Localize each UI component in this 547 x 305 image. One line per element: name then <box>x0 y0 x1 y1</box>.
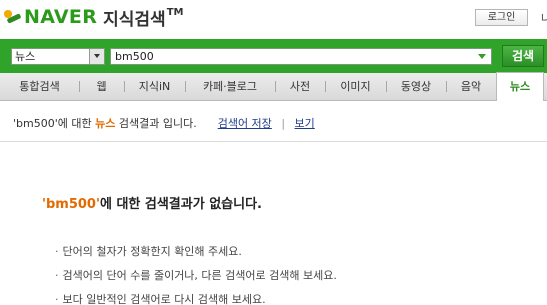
result-info-prefix: 'bm500'에 대한 <box>13 117 96 130</box>
service-name: 지식검색 <box>103 9 166 30</box>
tab-video[interactable]: 동영상 <box>386 73 446 100</box>
tab-cafe-blog[interactable]: 카페·블로그 <box>185 73 275 100</box>
trademark: TM <box>166 7 184 18</box>
save-query-link[interactable]: 검색어 저장 <box>218 117 272 130</box>
result-info-section: 뉴스 <box>95 117 116 130</box>
tab-knowledge-in[interactable]: 지식iN <box>124 73 185 100</box>
no-result-message: 'bm500'에 대한 검색결과가 없습니다. <box>42 193 262 212</box>
tab-integrated[interactable]: 통합검색 <box>0 73 79 100</box>
result-info-suffix: 검색결과 입니다. <box>115 117 197 130</box>
brand-name: NAVER <box>24 6 98 28</box>
tab-news[interactable]: 뉴스 <box>496 72 544 101</box>
no-result-text: 에 대한 검색결과가 없습니다. <box>99 197 262 212</box>
category-select[interactable]: 뉴스 <box>11 48 105 65</box>
list-item: 단어의 철자가 정확한지 확인해 주세요. <box>55 240 337 264</box>
search-bar: 뉴스 bm500 검색 <box>0 39 547 73</box>
search-button[interactable]: 검색 <box>502 45 544 67</box>
tab-music[interactable]: 음악 <box>446 73 496 100</box>
header-link-partial[interactable]: 나 <box>541 10 547 26</box>
category-selected-value: 뉴스 <box>15 50 36 63</box>
autocomplete-toggle-icon[interactable] <box>478 54 486 59</box>
list-item: 보다 일반적인 검색어로 다시 검색해 보세요. <box>55 288 337 305</box>
tab-dictionary[interactable]: 사전 <box>275 73 325 100</box>
result-info: 'bm500'에 대한 뉴스 검색결과 입니다. 검색어 저장 | 보기 <box>13 115 315 131</box>
naver-logo[interactable]: NAVER 지식검색 TM <box>4 5 184 30</box>
search-tips: 단어의 철자가 정확한지 확인해 주세요. 검색어의 단어 수를 줄이거나, 다… <box>55 240 337 305</box>
content-divider <box>0 141 547 142</box>
login-button[interactable]: 로그인 <box>475 9 528 26</box>
list-item: 검색어의 단어 수를 줄이거나, 다른 검색어로 검색해 보세요. <box>55 264 337 288</box>
link-separator: | <box>281 117 286 130</box>
naver-logo-icon <box>4 8 22 26</box>
tab-web[interactable]: 웹 <box>79 73 124 100</box>
no-result-query: 'bm500' <box>42 197 100 212</box>
tab-images[interactable]: 이미지 <box>325 73 386 100</box>
search-query-text: bm500 <box>115 50 154 63</box>
chevron-down-icon[interactable] <box>89 49 104 64</box>
search-input[interactable]: bm500 <box>110 48 492 65</box>
search-tabs: 통합검색 웹 지식iN 카페·블로그 사전 이미지 동영상 음악 뉴스 <box>0 72 547 101</box>
view-saved-link[interactable]: 보기 <box>295 117 315 130</box>
